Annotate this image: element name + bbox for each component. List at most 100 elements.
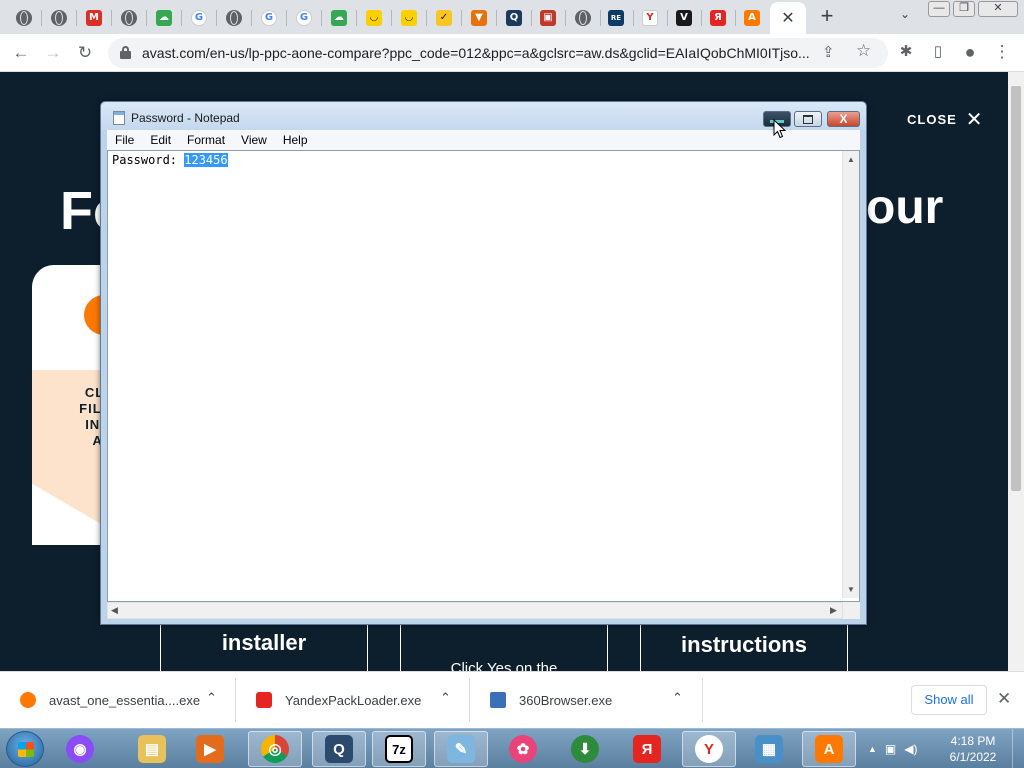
browser-tab[interactable]: ▼ xyxy=(462,5,496,31)
browser-tab[interactable]: ▣ xyxy=(531,5,565,31)
taskbar-app-7zip[interactable]: 7z xyxy=(372,731,426,767)
profile-avatar[interactable]: ● xyxy=(959,42,981,64)
browser-tab[interactable]: RE xyxy=(599,5,633,31)
browser-tab[interactable]: G xyxy=(252,5,286,31)
taskbar-app-chrome[interactable]: ◎ xyxy=(248,731,302,767)
scroll-left-arrow-icon[interactable]: ◀ xyxy=(111,605,118,616)
volume-icon[interactable]: ◀) xyxy=(904,742,917,756)
notepad-horizontal-scrollbar[interactable]: ◀ ▶ xyxy=(107,602,843,619)
tray-overflow-icon[interactable]: ▲ xyxy=(868,744,877,754)
download-item[interactable]: avast_one_essentia....exe ⌃ xyxy=(0,678,236,722)
taskbar-app-photos[interactable]: ✿ xyxy=(496,731,550,767)
browser-tab[interactable]: G xyxy=(182,5,216,31)
scroll-up-arrow-icon[interactable]: ▲ xyxy=(847,155,855,164)
download-filename[interactable]: YandexPackLoader.exe xyxy=(285,693,421,708)
close-downloads-icon[interactable]: ✕ xyxy=(997,689,1011,709)
tab-search-button[interactable]: ⌄ xyxy=(896,7,914,27)
extensions-icon[interactable]: ✱ xyxy=(895,42,917,64)
share-icon[interactable]: ⇪ xyxy=(822,43,835,61)
browser-tab[interactable]: Q xyxy=(497,5,531,31)
browser-tab[interactable]: ✓ xyxy=(427,5,461,31)
taskbar-app-notepad[interactable]: ✎ xyxy=(434,731,488,767)
bookmark-star-icon[interactable]: ☆ xyxy=(856,41,871,61)
browser-tab[interactable] xyxy=(112,5,146,31)
menu-help[interactable]: Help xyxy=(275,133,316,147)
notepad-text-area[interactable]: Password: 123456 ▲ ▼ xyxy=(107,150,860,602)
browser-tab[interactable] xyxy=(566,5,600,31)
side-panel-icon[interactable]: ▯ xyxy=(927,42,949,64)
download-filename[interactable]: 360Browser.exe xyxy=(519,693,612,708)
chevron-up-icon[interactable]: ⌃ xyxy=(440,690,451,706)
taskbar-app-search-app[interactable]: Q xyxy=(312,731,366,767)
page-scroll-thumb[interactable] xyxy=(1011,86,1021,491)
browser-tab[interactable] xyxy=(217,5,251,31)
download-item[interactable]: 360Browser.exe ⌃ xyxy=(470,678,703,722)
menu-format[interactable]: Format xyxy=(179,133,233,147)
taskbar-app-explorer[interactable]: ▤ xyxy=(125,731,179,767)
clock-time: 4:18 PM xyxy=(950,734,996,748)
show-all-button[interactable]: Show all xyxy=(911,685,987,715)
menu-edit[interactable]: Edit xyxy=(142,133,179,147)
clock-date: 6/1/2022 xyxy=(949,750,997,764)
chevron-up-icon[interactable]: ⌃ xyxy=(206,690,217,706)
mouse-cursor-icon xyxy=(773,119,787,139)
notepad-maximize-button[interactable] xyxy=(794,111,822,127)
clock[interactable]: 4:18 PM 6/1/2022 xyxy=(942,733,1004,765)
browser-tab[interactable] xyxy=(7,5,41,31)
taskbar-app-yandex-browser[interactable]: Y xyxy=(682,731,736,767)
start-button[interactable] xyxy=(6,731,44,767)
browser-tab[interactable]: ☁ xyxy=(147,5,181,31)
active-tab[interactable]: ✕ xyxy=(770,2,806,34)
browser-tab[interactable] xyxy=(42,5,76,31)
taskbar-app-media-player[interactable]: ▶ xyxy=(183,731,237,767)
text-line[interactable]: Password: 123456 xyxy=(112,153,228,167)
new-tab-button[interactable]: + xyxy=(816,5,838,29)
taskbar-app-yandex-alice[interactable]: ◉ xyxy=(53,731,107,767)
download-filename[interactable]: avast_one_essentia....exe xyxy=(49,693,200,708)
browser-tab[interactable]: ◡ xyxy=(357,5,391,31)
browser-tab[interactable]: Y xyxy=(633,5,667,31)
taskbar-app-control-panel[interactable]: ▦ xyxy=(742,731,796,767)
browser-tab[interactable]: A xyxy=(735,5,769,31)
page-scrollbar[interactable] xyxy=(1008,72,1024,671)
taskbar-app-yandex[interactable]: Я xyxy=(620,731,674,767)
taskbar-app-downloader[interactable]: ⬇ xyxy=(558,731,612,767)
menu-file[interactable]: File xyxy=(107,133,142,147)
download-item[interactable]: YandexPackLoader.exe ⌃ xyxy=(236,678,470,722)
gmail-icon: M xyxy=(86,10,102,26)
notepad-titlebar[interactable]: Password - Notepad X xyxy=(101,102,866,130)
scroll-down-arrow-icon[interactable]: ▼ xyxy=(847,585,855,594)
selected-text[interactable]: 123456 xyxy=(184,153,228,167)
menu-view[interactable]: View xyxy=(233,133,275,147)
window-close-button[interactable]: ✕ xyxy=(978,1,1018,17)
browser-tab[interactable]: M xyxy=(77,5,111,31)
window-minimize-button[interactable]: — xyxy=(928,1,950,17)
browser-tab[interactable]: G xyxy=(287,5,321,31)
notepad-icon xyxy=(113,111,125,125)
scroll-right-arrow-icon[interactable]: ▶ xyxy=(830,605,837,616)
notepad-vertical-scrollbar[interactable]: ▲ ▼ xyxy=(842,151,859,598)
close-label: CLOSE xyxy=(907,112,957,127)
browser-tab[interactable]: Я xyxy=(701,5,735,31)
forward-button[interactable]: → xyxy=(40,40,66,66)
close-tab-icon[interactable]: ✕ xyxy=(781,8,794,28)
browser-tab[interactable]: ◡ xyxy=(392,5,426,31)
window-restore-button[interactable]: ❐ xyxy=(953,1,975,17)
url-text[interactable]: avast.com/en-us/lp-ppc-aone-compare?ppc_… xyxy=(142,45,812,61)
page-close-button[interactable]: CLOSE ✕ xyxy=(907,107,984,132)
show-desktop-button[interactable] xyxy=(1012,729,1024,768)
reload-button[interactable]: ↻ xyxy=(72,40,98,66)
yandex-ya-icon: Я xyxy=(633,735,661,763)
notepad-close-button[interactable]: X xyxy=(827,111,860,127)
downloads-bar: avast_one_essentia....exe ⌃ YandexPackLo… xyxy=(0,671,1024,728)
browser-tab[interactable]: ☁ xyxy=(322,5,356,31)
taskbar-app-avast[interactable]: A xyxy=(802,731,856,767)
lock-icon[interactable] xyxy=(120,46,131,59)
chrome-menu-icon[interactable]: ⋮ xyxy=(991,42,1013,64)
back-button[interactable]: ← xyxy=(8,40,34,66)
address-bar[interactable]: avast.com/en-us/lp-ppc-aone-compare?ppc_… xyxy=(108,38,888,68)
resize-grip[interactable] xyxy=(843,602,860,619)
network-icon[interactable]: ▣ xyxy=(885,742,896,756)
chevron-up-icon[interactable]: ⌃ xyxy=(672,690,683,706)
browser-tab[interactable]: V xyxy=(667,5,701,31)
